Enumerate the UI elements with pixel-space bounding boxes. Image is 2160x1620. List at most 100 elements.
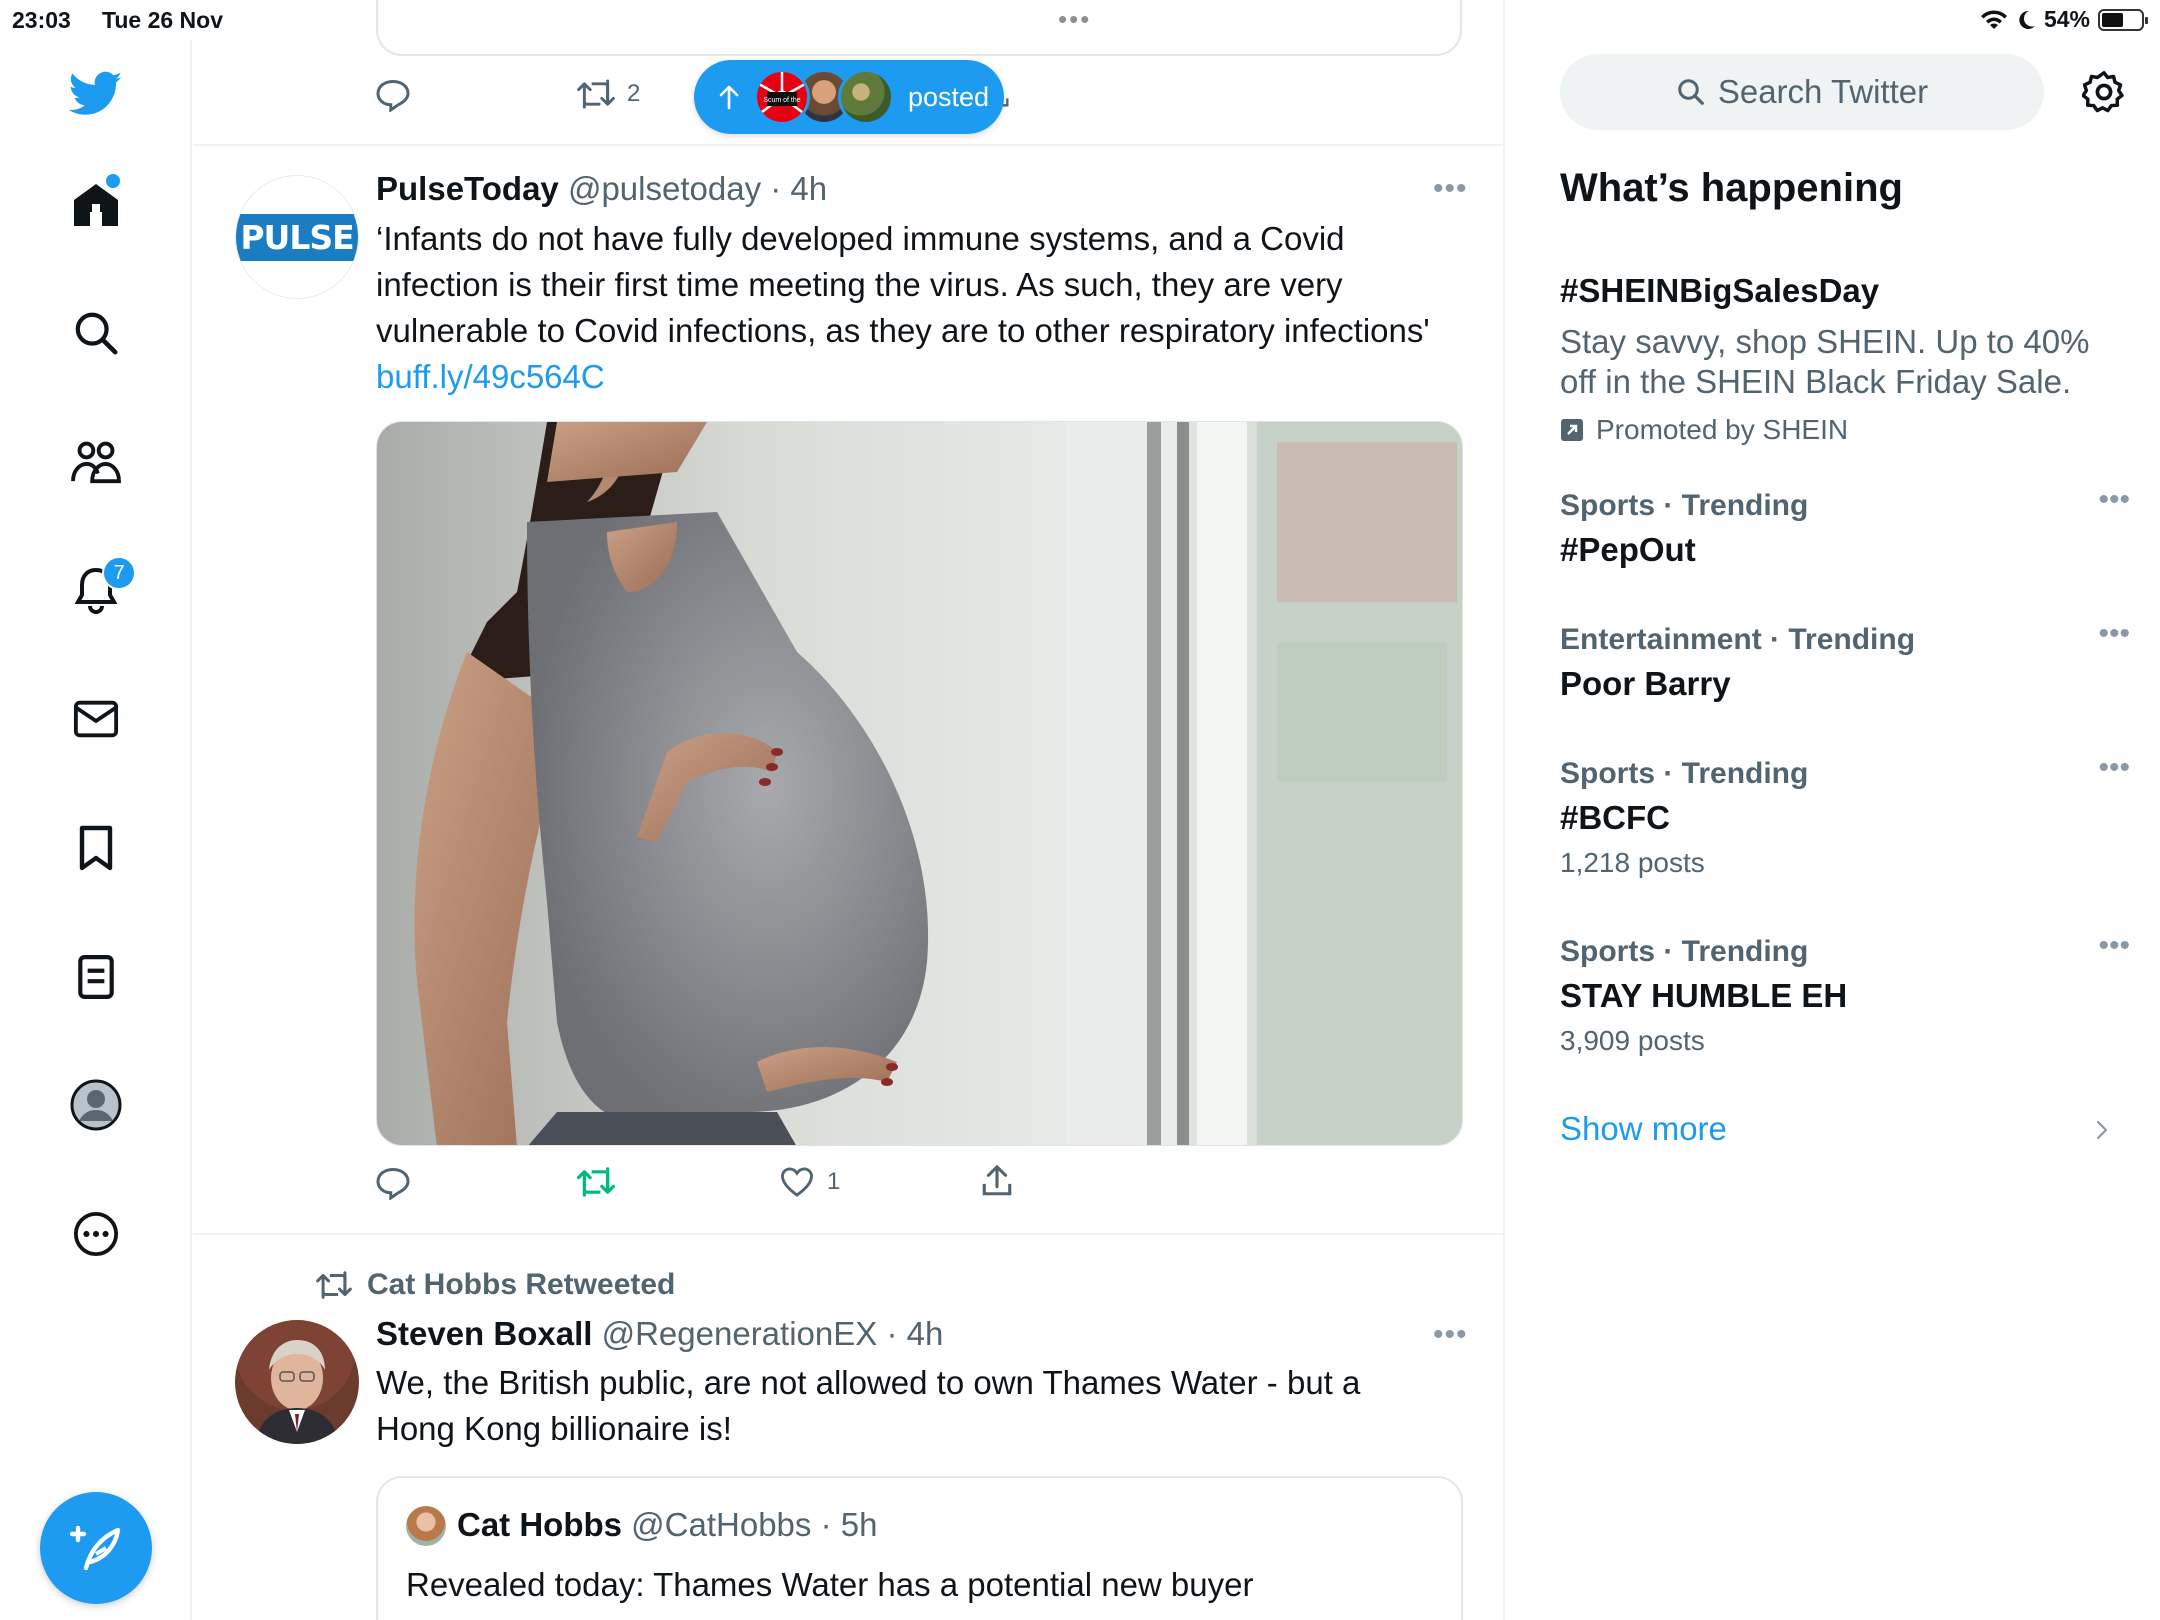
tweet-link[interactable]: buff.ly/49c564C: [376, 358, 605, 395]
promo-name: #SHEINBigSalesDay: [1560, 272, 1880, 309]
pill-avatar-3: [838, 69, 894, 125]
bookmarks-icon[interactable]: [62, 814, 130, 882]
profile-avatar-icon[interactable]: [62, 1071, 130, 1139]
trend-post-count: 3,909 posts: [1560, 1025, 1705, 1056]
share-button[interactable]: [981, 1164, 1013, 1198]
trend-context: Entertainment · Trending: [1560, 623, 1916, 656]
retweet-button-active[interactable]: [577, 1166, 615, 1198]
promoted-trend[interactable]: #SHEINBigSalesDay Stay savvy, shop SHEIN…: [1560, 264, 2120, 446]
like-button[interactable]: 1: [779, 1166, 840, 1198]
trend-name: STAY HUMBLE EH: [1560, 977, 1848, 1014]
trend-item[interactable]: Entertainment · Trending Poor Barry •••: [1560, 617, 2130, 703]
promoted-icon: [1561, 419, 1583, 441]
share-icon: [982, 1165, 1012, 1196]
tweet-header: Steven Boxall @RegenerationEX · 4h: [376, 1315, 943, 1353]
retweet-icon: [577, 79, 615, 109]
trend-context: Sports · Trending: [1560, 757, 1809, 790]
cat-hobbs-avatar: [406, 1506, 446, 1546]
lists-icon[interactable]: [62, 943, 130, 1011]
tweet-body: ‘Infants do not have fully developed imm…: [376, 220, 1430, 349]
trend-item[interactable]: Sports · Trending #BCFC 1,218 posts •••: [1560, 751, 2130, 879]
trend-context: Sports · Trending: [1560, 935, 1809, 968]
trend-more-icon[interactable]: •••: [2098, 751, 2130, 785]
chevron-right-icon: [2096, 1120, 2108, 1140]
tweet-header: PulseToday @pulsetoday · 4h: [376, 170, 827, 208]
trend-name: #PepOut: [1560, 531, 1696, 568]
quote-author-name: Cat Hobbs: [457, 1506, 622, 1543]
retweeted-by-label: Cat Hobbs Retweeted: [367, 1268, 676, 1301]
reply-icon: [376, 1167, 410, 1200]
steven-boxall-avatar[interactable]: [235, 1320, 359, 1444]
quote-time: · 5h: [820, 1506, 878, 1543]
search-placeholder: Search Twitter: [1717, 73, 1929, 110]
trend-post-count: 1,218 posts: [1560, 847, 1705, 878]
more-options-icon[interactable]: [62, 1200, 130, 1268]
timeline[interactable]: 2 Scum of the posted PULSE PulseToday @p…: [193, 0, 1505, 1620]
messages-envelope-icon[interactable]: [62, 685, 130, 753]
reply-icon: [376, 79, 410, 112]
quote-text: Revealed today: Thames Water has a poten…: [406, 1566, 1254, 1603]
previous-quote-card[interactable]: [376, 0, 1462, 56]
posted-label: posted: [908, 81, 990, 112]
show-more-label: Show more: [1560, 1110, 1727, 1147]
tweet-image-pregnant-woman[interactable]: [376, 421, 1463, 1146]
pill-avatar-1: Scum of the: [754, 69, 810, 125]
promo-description: Stay savvy, shop SHEIN. Up to 40% off in…: [1560, 323, 2090, 400]
pill-avatars: Scum of the: [754, 69, 894, 125]
explore-search-icon[interactable]: [62, 299, 130, 367]
author-name[interactable]: PulseToday: [376, 170, 559, 207]
arrow-up-icon: [719, 85, 739, 110]
communities-icon[interactable]: [62, 428, 130, 496]
tweet-more-icon[interactable]: •••: [1433, 172, 1468, 206]
tweet-time[interactable]: · 4h: [770, 170, 827, 207]
trend-name: Poor Barry: [1560, 665, 1731, 702]
settings-gear-icon[interactable]: [2078, 66, 2130, 118]
tweet-more-icon[interactable]: •••: [1433, 1318, 1468, 1352]
reply-button[interactable]: [375, 1166, 411, 1200]
pulsetoday-avatar[interactable]: PULSE: [235, 175, 359, 299]
search-input[interactable]: Search Twitter: [1560, 54, 2044, 130]
trend-more-icon[interactable]: •••: [2098, 617, 2130, 651]
trend-name: #BCFC: [1560, 799, 1671, 836]
quoted-tweet-card[interactable]: Cat Hobbs @CatHobbs · 5h Revealed today:…: [376, 1476, 1463, 1620]
quote-author-handle: @CatHobbs: [631, 1506, 812, 1543]
trend-item[interactable]: Sports · Trending STAY HUMBLE EH 3,909 p…: [1560, 929, 2130, 1057]
show-more-link[interactable]: Show more: [1560, 1110, 2120, 1148]
left-nav: 7: [0, 40, 192, 1620]
trend-more-icon[interactable]: •••: [2098, 483, 2130, 517]
right-sidebar: Search Twitter What’s happening #SHEINBi…: [1506, 0, 2160, 1620]
author-handle[interactable]: @RegenerationEX: [602, 1315, 878, 1352]
home-unread-dot: [106, 174, 120, 188]
notifications-badge: 7: [102, 556, 136, 590]
promoted-by-label: Promoted by SHEIN: [1596, 414, 1849, 445]
retweet-count: 2: [627, 80, 641, 107]
twitter-logo-icon[interactable]: [62, 60, 130, 128]
tweet-divider: [193, 1233, 1503, 1235]
whats-happening-title: What’s happening: [1560, 166, 1903, 210]
trend-context: Sports · Trending: [1560, 489, 1809, 522]
pill-avatar-text: Scum of the: [763, 97, 800, 104]
trend-more-icon[interactable]: •••: [2098, 929, 2130, 963]
trend-item[interactable]: Sports · Trending #PepOut •••: [1560, 483, 2130, 569]
status-time: 23:03: [12, 7, 71, 33]
promoted-by: Promoted by SHEIN: [1560, 414, 2120, 446]
tweet-text: ‘Infants do not have fully developed imm…: [376, 216, 1436, 400]
tweet-time[interactable]: · 4h: [886, 1315, 943, 1352]
search-icon: [1678, 79, 1704, 105]
like-count: 1: [827, 1168, 841, 1195]
pulse-logo-text: PULSE: [236, 213, 358, 261]
retweet-button[interactable]: 2: [577, 78, 640, 110]
compose-feather-icon: [70, 1525, 121, 1571]
retweeted-by-line[interactable]: Cat Hobbs Retweeted: [315, 1268, 675, 1302]
quote-header: Cat Hobbs @CatHobbs · 5h: [457, 1506, 877, 1544]
retweet-icon: [577, 1167, 615, 1197]
author-name[interactable]: Steven Boxall: [376, 1315, 592, 1352]
author-handle[interactable]: @pulsetoday: [568, 170, 761, 207]
compose-tweet-button[interactable]: [40, 1492, 152, 1604]
tweet-divider: [193, 144, 1503, 146]
tweet-body: We, the British public, are not allowed …: [376, 1364, 1361, 1447]
reply-button[interactable]: [375, 78, 411, 112]
retweet-small-icon: [316, 1271, 352, 1299]
heart-icon: [780, 1167, 814, 1197]
new-posts-pill[interactable]: Scum of the posted: [694, 60, 1004, 134]
